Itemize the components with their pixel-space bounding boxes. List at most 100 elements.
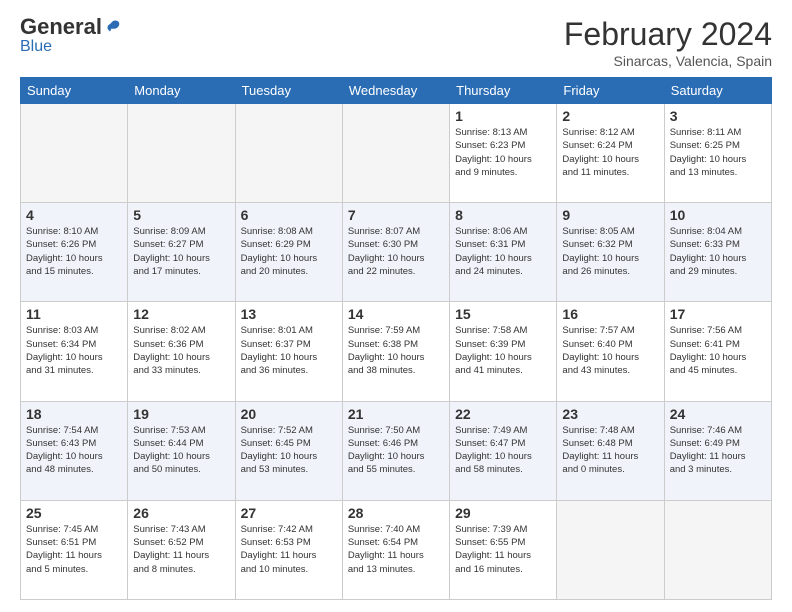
table-row: 16 Sunrise: 7:57 AMSunset: 6:40 PMDayligh… bbox=[557, 302, 664, 401]
day-info: Sunrise: 8:13 AMSunset: 6:23 PMDaylight:… bbox=[455, 126, 551, 179]
logo-bird-icon bbox=[104, 18, 122, 36]
day-info: Sunrise: 7:54 AMSunset: 6:43 PMDaylight:… bbox=[26, 424, 122, 477]
logo-blue-text: Blue bbox=[20, 38, 52, 55]
day-info: Sunrise: 7:42 AMSunset: 6:53 PMDaylight:… bbox=[241, 523, 337, 576]
table-row: 9 Sunrise: 8:05 AMSunset: 6:32 PMDaylight… bbox=[557, 203, 664, 302]
table-row: 25Sunrise: 7:45 AMSunset: 6:51 PMDayligh… bbox=[21, 500, 128, 599]
day-info: Sunrise: 8:12 AMSunset: 6:24 PMDaylight:… bbox=[562, 126, 658, 179]
table-row: 6 Sunrise: 8:08 AMSunset: 6:29 PMDaylight… bbox=[235, 203, 342, 302]
logo-general-text: General bbox=[20, 16, 102, 38]
col-thursday: Thursday bbox=[450, 78, 557, 104]
table-row: 22Sunrise: 7:49 AMSunset: 6:47 PMDayligh… bbox=[450, 401, 557, 500]
table-row: 2 Sunrise: 8:12 AMSunset: 6:24 PMDaylight… bbox=[557, 104, 664, 203]
table-row: 19Sunrise: 7:53 AMSunset: 6:44 PMDayligh… bbox=[128, 401, 235, 500]
day-number: 16 bbox=[562, 306, 658, 322]
day-info: Sunrise: 8:11 AMSunset: 6:25 PMDaylight:… bbox=[670, 126, 766, 179]
day-number: 3 bbox=[670, 108, 766, 124]
day-number: 17 bbox=[670, 306, 766, 322]
title-section: February 2024 Sinarcas, Valencia, Spain bbox=[564, 16, 772, 69]
day-info: Sunrise: 7:58 AMSunset: 6:39 PMDaylight:… bbox=[455, 324, 551, 377]
calendar-week-row: 1 Sunrise: 8:13 AMSunset: 6:23 PMDaylight… bbox=[21, 104, 772, 203]
day-number: 7 bbox=[348, 207, 444, 223]
table-row: 23Sunrise: 7:48 AMSunset: 6:48 PMDayligh… bbox=[557, 401, 664, 500]
table-row: 12 Sunrise: 8:02 AMSunset: 6:36 PMDayligh… bbox=[128, 302, 235, 401]
col-saturday: Saturday bbox=[664, 78, 771, 104]
day-number: 19 bbox=[133, 406, 229, 422]
calendar-week-row: 11Sunrise: 8:03 AMSunset: 6:34 PMDayligh… bbox=[21, 302, 772, 401]
table-row: 26 Sunrise: 7:43 AMSunset: 6:52 PMDayligh… bbox=[128, 500, 235, 599]
table-row: 8Sunrise: 8:06 AMSunset: 6:31 PMDaylight… bbox=[450, 203, 557, 302]
day-info: Sunrise: 8:05 AMSunset: 6:32 PMDaylight:… bbox=[562, 225, 658, 278]
day-info: Sunrise: 7:59 AMSunset: 6:38 PMDaylight:… bbox=[348, 324, 444, 377]
table-row: 29 Sunrise: 7:39 AMSunset: 6:55 PMDayligh… bbox=[450, 500, 557, 599]
col-monday: Monday bbox=[128, 78, 235, 104]
day-number: 9 bbox=[562, 207, 658, 223]
table-row: 5 Sunrise: 8:09 AMSunset: 6:27 PMDaylight… bbox=[128, 203, 235, 302]
table-row: 4Sunrise: 8:10 AMSunset: 6:26 PMDaylight… bbox=[21, 203, 128, 302]
col-wednesday: Wednesday bbox=[342, 78, 449, 104]
table-row: 1 Sunrise: 8:13 AMSunset: 6:23 PMDaylight… bbox=[450, 104, 557, 203]
day-number: 27 bbox=[241, 505, 337, 521]
table-row: 11Sunrise: 8:03 AMSunset: 6:34 PMDayligh… bbox=[21, 302, 128, 401]
day-info: Sunrise: 8:04 AMSunset: 6:33 PMDaylight:… bbox=[670, 225, 766, 278]
table-row bbox=[128, 104, 235, 203]
table-row: 17Sunrise: 7:56 AMSunset: 6:41 PMDayligh… bbox=[664, 302, 771, 401]
day-number: 15 bbox=[455, 306, 551, 322]
day-number: 12 bbox=[133, 306, 229, 322]
table-row: 18 Sunrise: 7:54 AMSunset: 6:43 PMDayligh… bbox=[21, 401, 128, 500]
calendar-week-row: 25Sunrise: 7:45 AMSunset: 6:51 PMDayligh… bbox=[21, 500, 772, 599]
day-number: 21 bbox=[348, 406, 444, 422]
day-info: Sunrise: 7:43 AMSunset: 6:52 PMDaylight:… bbox=[133, 523, 229, 576]
day-number: 20 bbox=[241, 406, 337, 422]
day-number: 1 bbox=[455, 108, 551, 124]
day-number: 13 bbox=[241, 306, 337, 322]
day-info: Sunrise: 8:08 AMSunset: 6:29 PMDaylight:… bbox=[241, 225, 337, 278]
day-number: 5 bbox=[133, 207, 229, 223]
table-row: 20 Sunrise: 7:52 AMSunset: 6:45 PMDayligh… bbox=[235, 401, 342, 500]
day-info: Sunrise: 7:46 AMSunset: 6:49 PMDaylight:… bbox=[670, 424, 766, 477]
day-number: 10 bbox=[670, 207, 766, 223]
day-info: Sunrise: 7:48 AMSunset: 6:48 PMDaylight:… bbox=[562, 424, 658, 477]
day-info: Sunrise: 7:39 AMSunset: 6:55 PMDaylight:… bbox=[455, 523, 551, 576]
table-row: 28Sunrise: 7:40 AMSunset: 6:54 PMDayligh… bbox=[342, 500, 449, 599]
day-number: 4 bbox=[26, 207, 122, 223]
day-info: Sunrise: 7:57 AMSunset: 6:40 PMDaylight:… bbox=[562, 324, 658, 377]
calendar-week-row: 18 Sunrise: 7:54 AMSunset: 6:43 PMDayligh… bbox=[21, 401, 772, 500]
table-row: 7 Sunrise: 8:07 AMSunset: 6:30 PMDaylight… bbox=[342, 203, 449, 302]
table-row bbox=[235, 104, 342, 203]
day-info: Sunrise: 8:03 AMSunset: 6:34 PMDaylight:… bbox=[26, 324, 122, 377]
table-row: 24 Sunrise: 7:46 AMSunset: 6:49 PMDayligh… bbox=[664, 401, 771, 500]
table-row: 15 Sunrise: 7:58 AMSunset: 6:39 PMDayligh… bbox=[450, 302, 557, 401]
day-number: 29 bbox=[455, 505, 551, 521]
day-number: 2 bbox=[562, 108, 658, 124]
day-info: Sunrise: 8:02 AMSunset: 6:36 PMDaylight:… bbox=[133, 324, 229, 377]
col-sunday: Sunday bbox=[21, 78, 128, 104]
day-number: 14 bbox=[348, 306, 444, 322]
table-row: 27 Sunrise: 7:42 AMSunset: 6:53 PMDayligh… bbox=[235, 500, 342, 599]
logo: General Blue bbox=[20, 16, 122, 56]
day-info: Sunrise: 7:40 AMSunset: 6:54 PMDaylight:… bbox=[348, 523, 444, 576]
day-number: 18 bbox=[26, 406, 122, 422]
table-row: 13 Sunrise: 8:01 AMSunset: 6:37 PMDayligh… bbox=[235, 302, 342, 401]
calendar-week-row: 4Sunrise: 8:10 AMSunset: 6:26 PMDaylight… bbox=[21, 203, 772, 302]
col-friday: Friday bbox=[557, 78, 664, 104]
table-row bbox=[21, 104, 128, 203]
calendar-table: Sunday Monday Tuesday Wednesday Thursday… bbox=[20, 77, 772, 600]
table-row: 14 Sunrise: 7:59 AMSunset: 6:38 PMDayligh… bbox=[342, 302, 449, 401]
day-number: 26 bbox=[133, 505, 229, 521]
calendar-header-row: Sunday Monday Tuesday Wednesday Thursday… bbox=[21, 78, 772, 104]
month-title: February 2024 bbox=[564, 16, 772, 53]
day-info: Sunrise: 8:09 AMSunset: 6:27 PMDaylight:… bbox=[133, 225, 229, 278]
day-number: 24 bbox=[670, 406, 766, 422]
page: General Blue February 2024 Sinarcas, Val… bbox=[0, 0, 792, 612]
day-info: Sunrise: 7:45 AMSunset: 6:51 PMDaylight:… bbox=[26, 523, 122, 576]
day-number: 22 bbox=[455, 406, 551, 422]
table-row bbox=[557, 500, 664, 599]
table-row bbox=[664, 500, 771, 599]
day-info: Sunrise: 8:07 AMSunset: 6:30 PMDaylight:… bbox=[348, 225, 444, 278]
day-number: 6 bbox=[241, 207, 337, 223]
table-row: 10 Sunrise: 8:04 AMSunset: 6:33 PMDayligh… bbox=[664, 203, 771, 302]
day-info: Sunrise: 8:01 AMSunset: 6:37 PMDaylight:… bbox=[241, 324, 337, 377]
table-row: 21Sunrise: 7:50 AMSunset: 6:46 PMDayligh… bbox=[342, 401, 449, 500]
day-info: Sunrise: 7:52 AMSunset: 6:45 PMDaylight:… bbox=[241, 424, 337, 477]
